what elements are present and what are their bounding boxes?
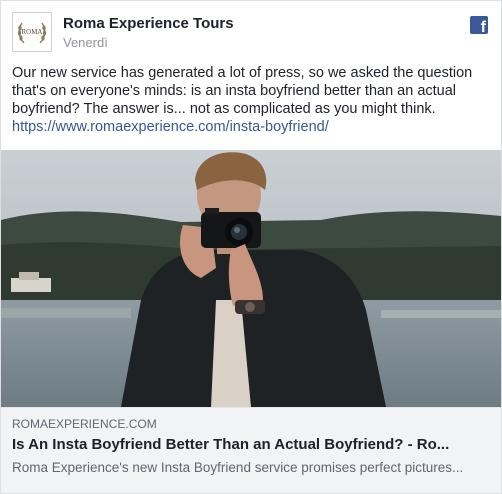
facebook-post-card: ROMA Roma Experience Tours Venerdì f Our… — [0, 0, 502, 494]
post-message: Our new service has generated a lot of p… — [12, 64, 492, 136]
page-name[interactable]: Roma Experience Tours — [63, 15, 234, 32]
post-header: ROMA Roma Experience Tours Venerdì f — [12, 12, 488, 54]
man-with-camera-photo — [1, 150, 501, 407]
link-title[interactable]: Is An Insta Boyfriend Better Than an Act… — [12, 436, 490, 453]
post-link[interactable]: https://www.romaexperience.com/insta-boy… — [12, 118, 492, 136]
laurel-logo-icon: ROMA — [17, 22, 47, 44]
page-avatar[interactable]: ROMA — [12, 12, 52, 52]
avatar-logo-text: ROMA — [21, 28, 42, 36]
link-description: Roma Experience's new Insta Boyfriend se… — [12, 460, 464, 475]
post-body-text: Our new service has generated a lot of p… — [12, 65, 473, 117]
link-domain: ROMAEXPERIENCE.COM — [12, 417, 157, 431]
post-timestamp[interactable]: Venerdì — [63, 35, 108, 50]
link-preview-meta[interactable]: ROMAEXPERIENCE.COM Is An Insta Boyfriend… — [1, 407, 501, 493]
link-preview-image[interactable] — [1, 150, 501, 407]
facebook-icon[interactable]: f — [470, 16, 488, 36]
